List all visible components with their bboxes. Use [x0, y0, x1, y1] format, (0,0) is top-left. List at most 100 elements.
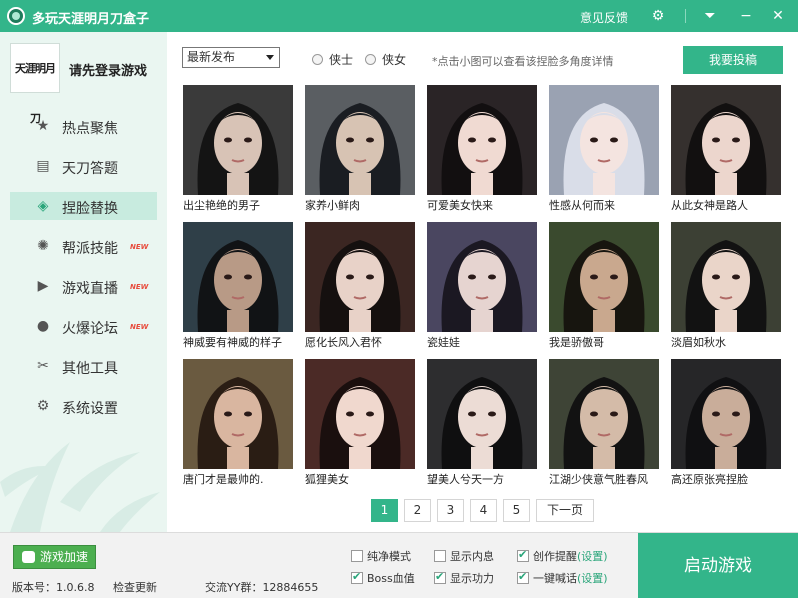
- nav-icon: ★: [36, 118, 50, 134]
- face-thumbnail[interactable]: [427, 359, 537, 469]
- submit-face-button[interactable]: 我要投稿: [683, 46, 783, 74]
- face-card[interactable]: 唐门才是最帅的.: [183, 359, 293, 489]
- face-card[interactable]: 愿化长风入君怀: [305, 222, 415, 352]
- face-thumbnail[interactable]: [549, 359, 659, 469]
- option-checkbox-0[interactable]: 纯净模式: [351, 548, 411, 564]
- face-card[interactable]: 神威要有神威的样子: [183, 222, 293, 352]
- accel-label: 游戏加速: [40, 550, 89, 564]
- checkbox-icon[interactable]: [517, 570, 529, 584]
- face-card[interactable]: 高还原张亮捏脸: [671, 359, 781, 489]
- minimize-icon[interactable]: −: [736, 6, 756, 26]
- face-caption: 出尘艳绝的男子: [183, 199, 260, 212]
- face-card[interactable]: 从此女神是路人: [671, 85, 781, 215]
- option-checkbox-3[interactable]: Boss血值: [351, 570, 415, 586]
- face-card[interactable]: 瓷娃娃: [427, 222, 537, 352]
- face-thumbnail[interactable]: [305, 222, 415, 332]
- page-button-4[interactable]: 4: [470, 499, 497, 522]
- check-update-link[interactable]: 检查更新: [113, 579, 157, 595]
- face-caption: 从此女神是路人: [671, 199, 748, 212]
- option-checkbox-2[interactable]: 创作提醒(设置): [517, 548, 608, 564]
- face-card[interactable]: 性感从何而来: [549, 85, 659, 215]
- sort-select[interactable]: 最新发布: [182, 47, 280, 68]
- nav-icon: ●: [36, 318, 50, 334]
- face-thumbnail[interactable]: [427, 222, 537, 332]
- main-content: 最新发布 侠士 侠女 *点击小图可以查看该捏脸多角度详情 我要投稿 出尘艳绝的男…: [167, 32, 798, 532]
- face-card[interactable]: 望美人兮天一方: [427, 359, 537, 489]
- option-label: 一键喊话: [533, 572, 577, 585]
- radio-dot-icon: [312, 54, 323, 65]
- option-settings-link[interactable]: (设置): [577, 572, 608, 585]
- checkbox-icon[interactable]: [434, 570, 446, 584]
- new-badge: NEW: [130, 283, 149, 291]
- face-thumbnail[interactable]: [305, 359, 415, 469]
- option-label: Boss血值: [367, 572, 415, 585]
- page-button-3[interactable]: 3: [437, 499, 464, 522]
- radio-female-label: 侠女: [382, 53, 407, 67]
- option-settings-link[interactable]: (设置): [577, 550, 608, 563]
- option-checkbox-4[interactable]: 显示功力: [434, 570, 494, 586]
- option-checkbox-1[interactable]: 显示内息: [434, 548, 494, 564]
- face-thumbnail[interactable]: [549, 222, 659, 332]
- face-card[interactable]: 淡眉如秋水: [671, 222, 781, 352]
- nav-icon: ▤: [36, 158, 50, 174]
- face-card[interactable]: 狐狸美女: [305, 359, 415, 489]
- option-label: 纯净模式: [367, 550, 411, 563]
- face-thumbnail[interactable]: [549, 85, 659, 195]
- login-prompt[interactable]: 请先登录游戏: [69, 60, 147, 79]
- face-caption: 家养小鲜肉: [305, 199, 360, 212]
- face-thumbnail[interactable]: [671, 359, 781, 469]
- face-thumbnail[interactable]: [183, 359, 293, 469]
- option-label: 显示内息: [450, 550, 494, 563]
- feedback-link[interactable]: 意见反馈: [580, 9, 628, 26]
- game-avatar[interactable]: 天涯明月刀: [10, 43, 60, 125]
- close-icon[interactable]: ✕: [768, 6, 788, 26]
- sidebar-item-0[interactable]: ★ 热点聚焦: [10, 112, 157, 140]
- window-title: 多玩天涯明月刀盒子: [32, 12, 150, 27]
- gear-icon[interactable]: ⚙: [648, 6, 668, 26]
- new-badge: NEW: [130, 323, 149, 331]
- option-checkbox-5[interactable]: 一键喊话(设置): [517, 570, 608, 586]
- page-button-2[interactable]: 2: [404, 499, 431, 522]
- launch-game-button[interactable]: 启动游戏: [638, 533, 798, 598]
- face-caption: 江湖少侠意气胜春风: [549, 473, 648, 486]
- face-thumbnail[interactable]: [183, 85, 293, 195]
- face-thumbnail[interactable]: [305, 85, 415, 195]
- face-thumbnail[interactable]: [671, 222, 781, 332]
- checkbox-icon[interactable]: [351, 570, 363, 584]
- new-badge: NEW: [130, 243, 149, 251]
- gamepad-icon: [22, 551, 35, 563]
- thumbnail-hint: *点击小图可以查看该捏脸多角度详情: [432, 55, 614, 68]
- game-accelerate-button[interactable]: 游戏加速: [13, 545, 96, 569]
- face-thumbnail[interactable]: [671, 85, 781, 195]
- filter-toolbar: 最新发布 侠士 侠女 *点击小图可以查看该捏脸多角度详情 我要投稿: [167, 32, 798, 82]
- sidebar-item-3[interactable]: ✺ 帮派技能 NEW: [10, 232, 157, 260]
- face-thumbnail[interactable]: [183, 222, 293, 332]
- bottom-bar: 游戏加速 版本号：1.0.6.8 检查更新 交流YY群：12884655 纯净模…: [0, 532, 798, 598]
- page-button-1[interactable]: 1: [371, 499, 398, 522]
- option-label: 显示功力: [450, 572, 494, 585]
- menu-dropdown-icon[interactable]: ⏷: [700, 6, 720, 26]
- sidebar-item-1[interactable]: ▤ 天刀答题: [10, 152, 157, 180]
- checkbox-icon[interactable]: [351, 550, 363, 562]
- face-caption: 淡眉如秋水: [671, 336, 726, 349]
- face-card[interactable]: 江湖少侠意气胜春风: [549, 359, 659, 489]
- nav-icon: ✺: [37, 238, 49, 254]
- sidebar-item-label: 帮派技能: [62, 241, 118, 257]
- face-card[interactable]: 可爱美女快来: [427, 85, 537, 215]
- checkbox-icon[interactable]: [434, 550, 446, 562]
- radio-male[interactable]: 侠士: [312, 51, 353, 68]
- checkbox-icon[interactable]: [517, 548, 529, 562]
- sidebar-item-4[interactable]: ▶ 游戏直播 NEW: [10, 272, 157, 300]
- title-bar: 多玩天涯明月刀盒子 意见反馈 ⚙ ⏷ − ✕: [0, 0, 798, 32]
- sidebar-item-5[interactable]: ● 火爆论坛 NEW: [10, 312, 157, 340]
- face-card[interactable]: 出尘艳绝的男子: [183, 85, 293, 215]
- face-card[interactable]: 家养小鲜肉: [305, 85, 415, 215]
- next-page-button[interactable]: 下一页: [536, 499, 594, 522]
- face-caption: 性感从何而来: [549, 199, 615, 212]
- page-button-5[interactable]: 5: [503, 499, 530, 522]
- face-card[interactable]: 我是骄傲哥: [549, 222, 659, 352]
- face-caption: 高还原张亮捏脸: [671, 473, 748, 486]
- face-thumbnail[interactable]: [427, 85, 537, 195]
- radio-female[interactable]: 侠女: [365, 51, 406, 68]
- sidebar-item-2[interactable]: ◈ 捏脸替换: [10, 192, 157, 220]
